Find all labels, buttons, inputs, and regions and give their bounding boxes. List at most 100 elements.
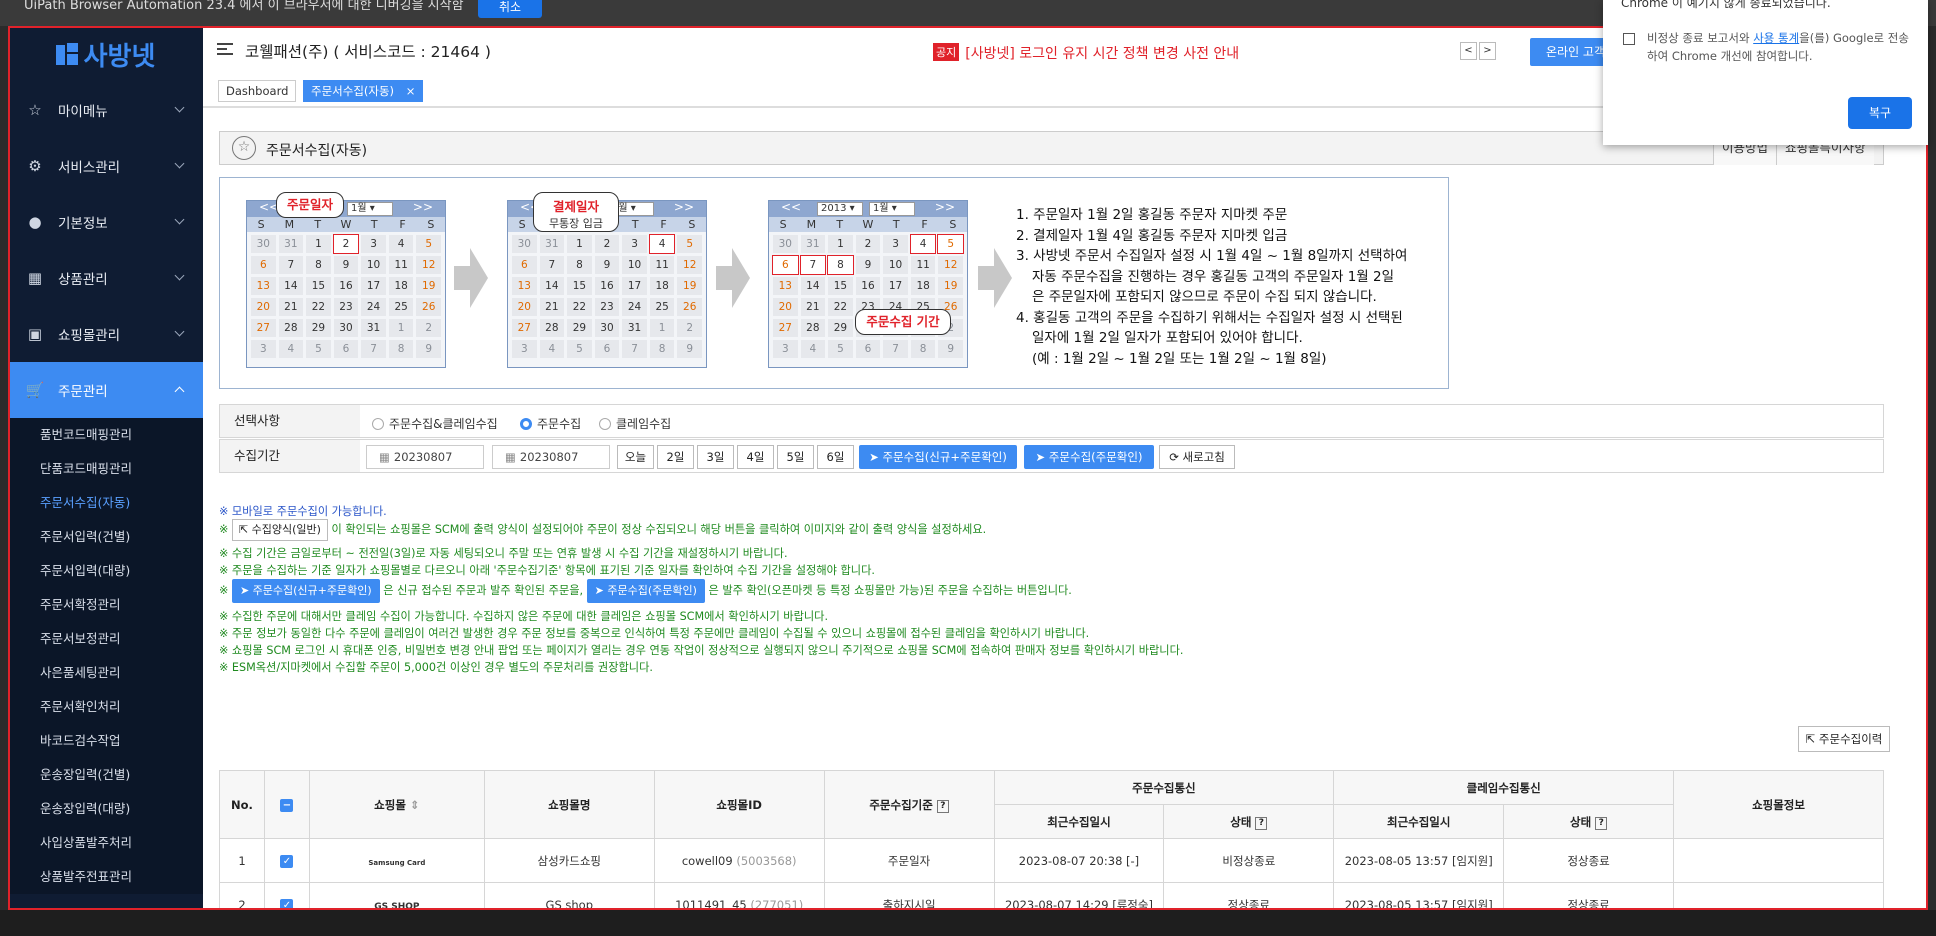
arrow-right-icon	[454, 248, 488, 308]
calendar-day: 9	[855, 256, 881, 274]
date-to-input[interactable]: ▦ 20230807	[492, 445, 610, 469]
radio-label: 주문수집&클레임수집	[389, 417, 498, 431]
weekday-label: W	[340, 218, 352, 231]
weekday-label: T	[370, 218, 378, 231]
menu-service[interactable]: ⚙ 서비스관리	[8, 138, 203, 194]
calendar-day: 7	[622, 340, 647, 358]
calendar-day: 21	[278, 298, 304, 316]
collect-new-confirm-button[interactable]: ➤ 주문수집(신규+주문확인)	[859, 445, 1017, 469]
notice-prev-button[interactable]: <	[1460, 42, 1477, 60]
help-icon[interactable]: ?	[936, 799, 949, 813]
select-all-checkbox[interactable]: −	[280, 799, 294, 812]
submenu-item[interactable]: 운송장입력(건별)	[8, 758, 203, 792]
4day-button[interactable]: 4일	[737, 445, 774, 469]
table-row[interactable]: 2 ✓ GS SHOP GS shop 1011491_45 (277051) …	[219, 882, 1884, 910]
submenu-item[interactable]: 주문서확정관리	[8, 588, 203, 622]
col-mall[interactable]: 쇼핑몰 ⇕	[308, 770, 485, 839]
today-button[interactable]: 오늘	[617, 445, 654, 469]
submenu-item[interactable]: 품번코드매핑관리	[8, 418, 203, 452]
collect-format-button[interactable]: ⇱ 수집양식(일반)	[231, 519, 328, 541]
calendar-day: 10	[622, 256, 647, 274]
submenu-item[interactable]: 상품발주전표관리	[8, 860, 203, 894]
calendar-day: 13	[512, 277, 537, 295]
guide-line: 1. 주문일자 1월 2일 홍길동 주문자 지마켓 주문	[1016, 207, 1288, 223]
table-row[interactable]: 1 ✓ Samsung Card 삼성카드쇼핑 cowell09 (500356…	[219, 838, 1884, 883]
calendar-day: 26	[677, 298, 702, 316]
weekday-label: F	[921, 218, 928, 231]
cell-order-status: 비정상종료	[1163, 838, 1335, 883]
calendar-day: 5	[828, 340, 853, 358]
collect-confirm-button-inline[interactable]: ➤ 주문수집(주문확인)	[586, 579, 705, 603]
collect-history-button[interactable]: ⇱ 주문수집이력	[1798, 726, 1890, 752]
calendar-day: 9	[333, 256, 359, 274]
button-label: 주문수집(신규+주문확인)	[882, 450, 1007, 464]
cancel-debug-button[interactable]: 취소	[478, 0, 542, 18]
submenu-item[interactable]: 단품코드매핑관리	[8, 452, 203, 486]
cell-name: GS shop	[483, 882, 655, 910]
col-claim-status: 상태?	[1503, 804, 1675, 839]
report-checkbox[interactable]	[1623, 33, 1635, 45]
logo[interactable]: 사방넷	[8, 26, 203, 82]
radio-order-claim[interactable]: 주문수집&클레임수집	[372, 415, 498, 432]
submenu-item[interactable]: 바코드검수작업	[8, 724, 203, 758]
callout-order-date: 주문일자	[276, 192, 344, 218]
3day-button[interactable]: 3일	[697, 445, 734, 469]
calendar-day: 13	[773, 277, 798, 295]
submenu-item[interactable]: 주문서보정관리	[8, 622, 203, 656]
radio-order[interactable]: 주문수집	[520, 415, 581, 432]
col-select-all[interactable]: −	[263, 770, 310, 839]
cell-logo: Samsung Card	[308, 838, 485, 883]
restore-button[interactable]: 복구	[1848, 97, 1912, 129]
calendar-day: 22	[306, 298, 331, 316]
calendar-day: 7	[539, 256, 565, 274]
submenu-item[interactable]: 운송장입력(대량)	[8, 792, 203, 826]
tab-dashboard[interactable]: Dashboard	[218, 80, 297, 102]
help-icon[interactable]: ?	[1255, 816, 1268, 830]
sort-icon[interactable]: ⇕	[410, 798, 420, 812]
submenu-item[interactable]: 사은품세팅관리	[8, 656, 203, 690]
refresh-button[interactable]: ⟳ 새로고침	[1159, 445, 1235, 469]
menu-products[interactable]: ▦ 상품관리	[8, 250, 203, 306]
hamburger-icon[interactable]	[217, 43, 233, 57]
calendar-day: 9	[677, 340, 702, 358]
calendar-day: 15	[306, 277, 331, 295]
cell-check[interactable]: ✓	[263, 882, 310, 910]
calendar-day: 11	[388, 256, 414, 274]
cart-icon: 🛒	[25, 381, 45, 399]
submenu-item-active[interactable]: 주문서수집(자동)	[8, 486, 203, 520]
row-checkbox[interactable]: ✓	[280, 899, 294, 910]
radio-claim[interactable]: 클레임수집	[599, 415, 671, 432]
chevron-up-icon	[174, 386, 185, 397]
submenu-item[interactable]: 주문서입력(건별)	[8, 520, 203, 554]
cell-check[interactable]: ✓	[263, 838, 310, 883]
submenu-item[interactable]: 주문서확인처리	[8, 690, 203, 724]
menu-my[interactable]: ☆ 마이메뉴	[8, 82, 203, 138]
5day-button[interactable]: 5일	[777, 445, 814, 469]
collect-new-confirm-button-inline[interactable]: ➤ 주문수집(신규+주문확인)	[231, 579, 380, 603]
menu-orders[interactable]: 🛒 주문관리	[8, 362, 203, 418]
cell-basis: 출하지시일	[823, 882, 995, 910]
date-from-input[interactable]: ▦ 20230807	[366, 445, 484, 469]
submenu-item[interactable]: 주문서입력(대량)	[8, 554, 203, 588]
tab-order-collect[interactable]: 주문서수집(자동) ×	[303, 80, 424, 102]
usage-stats-link[interactable]: 사용 통계	[1753, 31, 1799, 45]
collect-confirm-button[interactable]: ➤ 주문수집(주문확인)	[1024, 445, 1154, 469]
radio-label: 클레임수집	[616, 417, 672, 431]
company-title: 코웰패션(주) ( 서비스코드 : 21464 )	[245, 43, 491, 61]
notice-next-button[interactable]: >	[1479, 42, 1496, 60]
menu-basic-info[interactable]: ● 기본정보	[8, 194, 203, 250]
notice-banner[interactable]: 공지 [사방넷] 로그인 유지 시간 정책 변경 사전 안내	[933, 43, 1239, 63]
row-checkbox[interactable]: ✓	[280, 855, 294, 868]
2day-button[interactable]: 2일	[657, 445, 694, 469]
6day-button[interactable]: 6일	[817, 445, 854, 469]
star-icon[interactable]: ☆	[232, 136, 256, 160]
menu-malls[interactable]: ▣ 쇼핑몰관리	[8, 306, 203, 362]
guide-line: 일자에 1월 2일 일자가 포함되어 있어야 합니다.	[1032, 330, 1303, 346]
mall-logo: Samsung Card	[368, 858, 426, 867]
calendar-day: 29	[567, 319, 592, 337]
calendar-day: 2	[594, 235, 620, 253]
calendar-day: 9	[416, 340, 441, 358]
help-icon[interactable]: ?	[1595, 816, 1608, 830]
tab-close-icon[interactable]: ×	[406, 84, 416, 98]
submenu-item[interactable]: 사입상품발주처리	[8, 826, 203, 860]
